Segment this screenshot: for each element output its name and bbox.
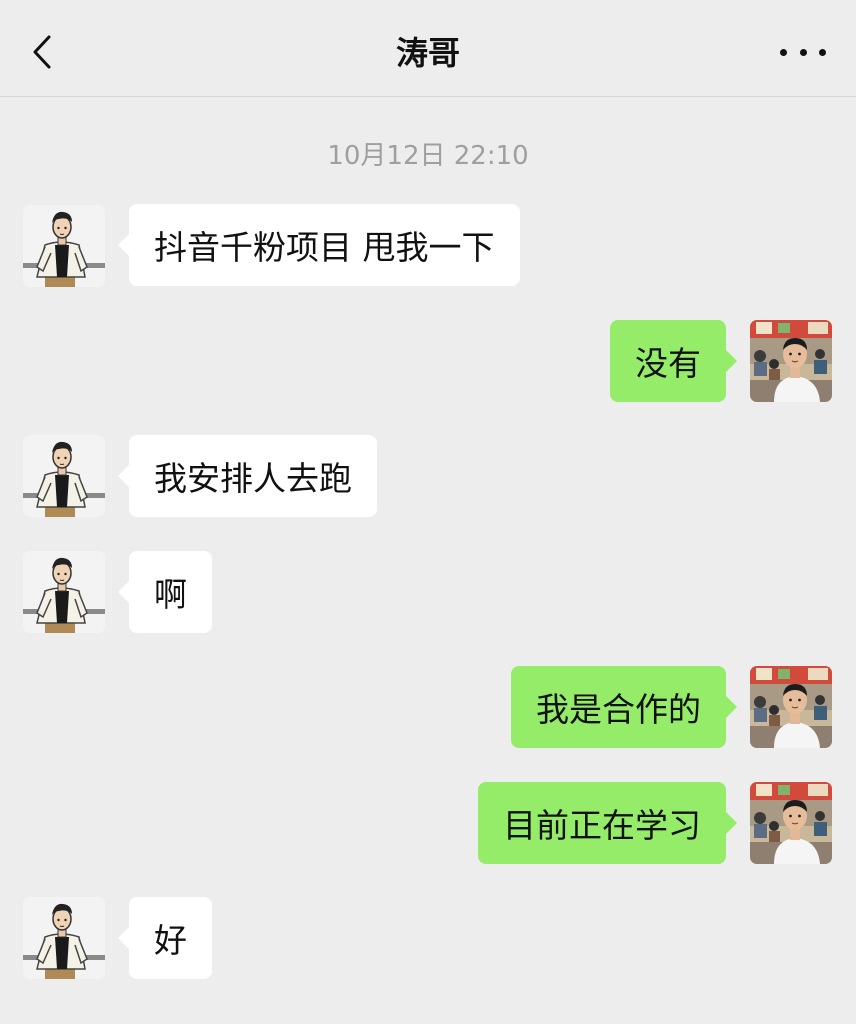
chat-title: 涛哥 xyxy=(395,34,460,72)
incoming-message-bubble[interactable]: 我安排人去跑 xyxy=(118,435,377,517)
incoming-message-bubble[interactable]: 好 xyxy=(118,897,212,979)
outgoing-message-bubble[interactable]: 我是合作的 xyxy=(511,666,737,748)
my-avatar[interactable] xyxy=(750,782,832,864)
more-button[interactable] xyxy=(780,34,826,70)
outgoing-message-bubble[interactable]: 目前正在学习 xyxy=(478,782,737,864)
contact-avatar[interactable] xyxy=(23,205,105,287)
contact-avatar[interactable] xyxy=(23,435,105,517)
incoming-message-bubble[interactable]: 抖音千粉项目 甩我一下 xyxy=(118,204,520,286)
my-avatar[interactable] xyxy=(750,666,832,748)
more-dots-icon xyxy=(780,48,787,56)
contact-avatar[interactable] xyxy=(23,897,105,979)
outgoing-message-bubble[interactable]: 没有 xyxy=(610,320,737,402)
chat-header: 涛哥 xyxy=(0,0,856,97)
my-avatar[interactable] xyxy=(750,320,832,402)
contact-avatar[interactable] xyxy=(23,551,105,633)
incoming-message-bubble[interactable]: 啊 xyxy=(118,551,212,633)
message-timestamp: 10月12日 22:10 xyxy=(327,141,529,171)
